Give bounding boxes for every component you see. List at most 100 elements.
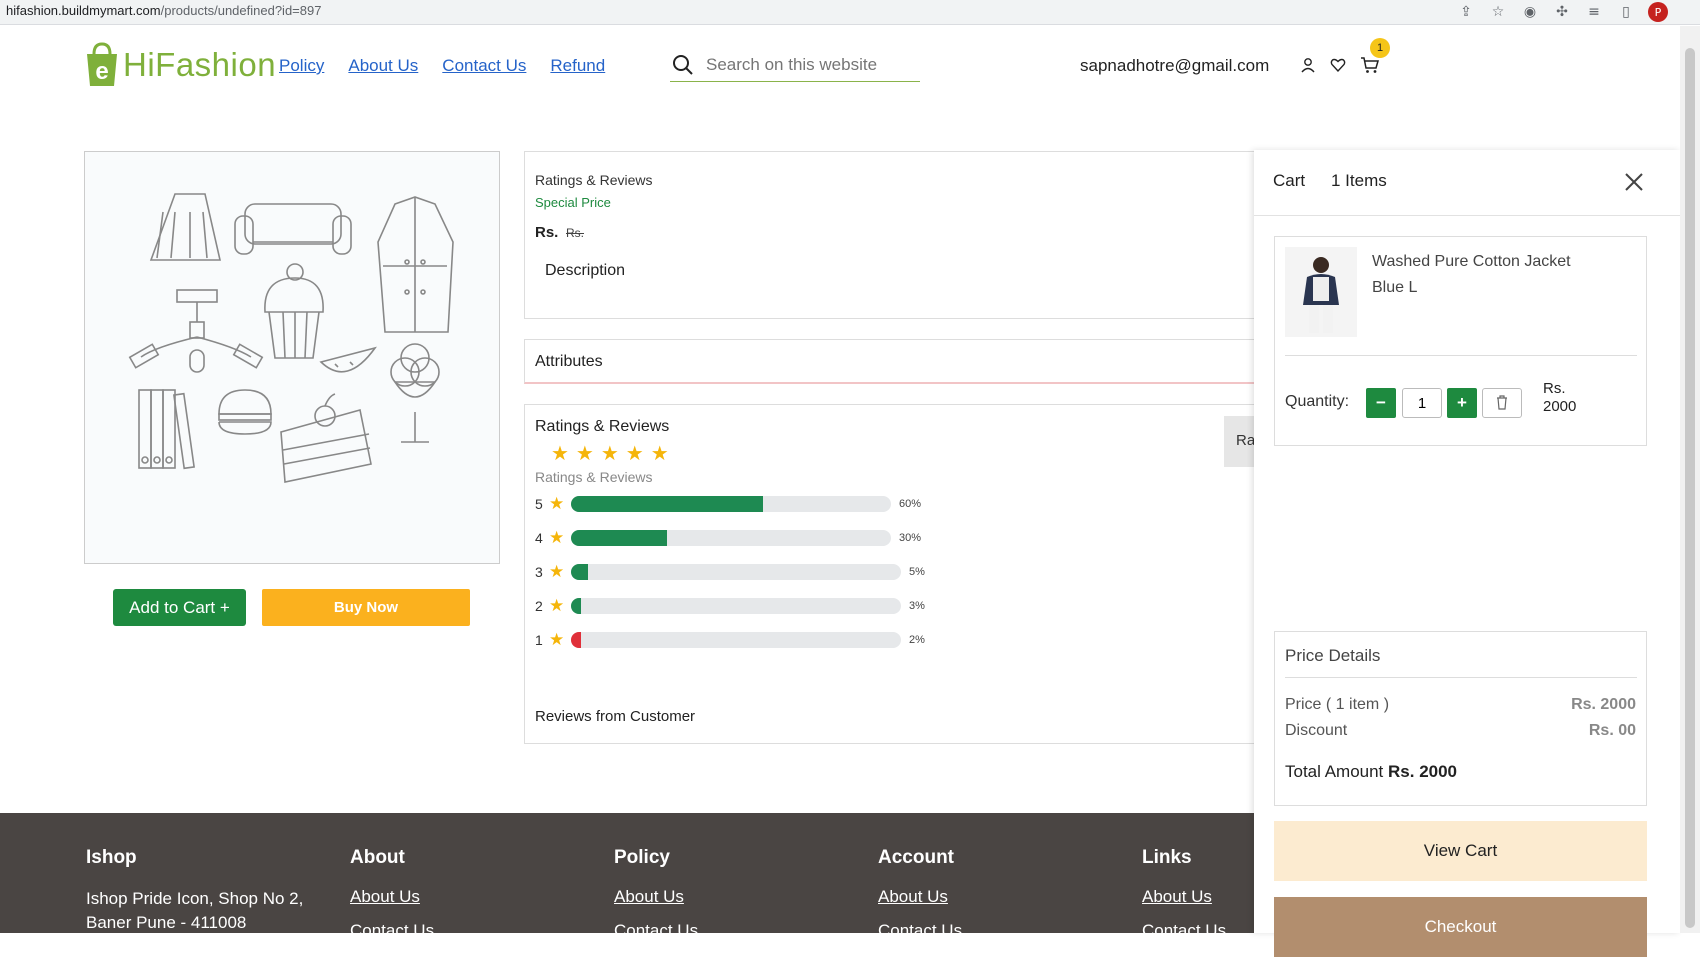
rating-bar-track <box>571 598 901 614</box>
extension-colorful-icon[interactable]: ◉ <box>1520 2 1540 22</box>
rating-bar-percent: 3% <box>909 600 925 612</box>
rating-row-stars-label: 4 <box>535 530 543 546</box>
price-details-title: Price Details <box>1285 646 1381 665</box>
decrease-quantity-button[interactable]: − <box>1366 388 1396 418</box>
view-cart-button[interactable]: View Cart <box>1274 821 1647 881</box>
delete-item-button[interactable] <box>1482 388 1522 418</box>
footer-policy-column: Policy About Us Contact Us <box>614 847 698 955</box>
cart-item-card: Washed Pure Cotton Jacket Blue L Quantity… <box>1274 236 1647 446</box>
url-host: hifashion.buildmymart.com <box>6 3 161 18</box>
rating-row-stars-label: 1 <box>535 632 543 648</box>
footer-policy-title: Policy <box>614 847 670 868</box>
nav-policy[interactable]: Policy <box>279 56 324 76</box>
rating-row-5: 5 ★ 60% <box>535 494 921 514</box>
rating-row-stars-label: 5 <box>535 496 543 512</box>
footer-ishop-title: Ishop <box>86 847 137 868</box>
nav-about-us[interactable]: About Us <box>348 56 418 76</box>
footer-ishop-column: Ishop Ishop Pride Icon, Shop No 2, Baner… <box>86 847 303 935</box>
price-currency: Rs. <box>535 224 559 241</box>
discount-label: Discount <box>1285 722 1348 739</box>
share-icon[interactable]: ⇪ <box>1456 2 1476 22</box>
product-info-panel: Ratings & Reviews Special Price Rs. Rs. … <box>524 151 1264 319</box>
footer-contact-us-link[interactable]: Contact Us <box>350 921 434 941</box>
footer-address-line2: Baner Pune - 411008 <box>86 913 247 932</box>
address-bar[interactable]: hifashion.buildmymart.com/products/undef… <box>6 3 321 18</box>
footer-account-contact-link[interactable]: Contact Us <box>878 921 962 941</box>
rating-bar-track <box>571 632 901 648</box>
star-icon: ★ <box>549 528 565 548</box>
rating-bar-percent: 30% <box>899 532 922 544</box>
media-control-icon[interactable]: ≡ <box>1584 2 1604 22</box>
footer-about-column: About About Us Contact Us <box>350 847 434 955</box>
rating-bar-percent: 5% <box>909 566 925 578</box>
quantity-input[interactable] <box>1402 388 1442 418</box>
cart-item-thumbnail <box>1285 247 1357 337</box>
page-scrollbar-thumb[interactable] <box>1685 48 1695 928</box>
footer-links-about-link[interactable]: About Us <box>1142 887 1226 907</box>
nav-refund[interactable]: Refund <box>550 56 605 76</box>
star-icon: ★ <box>549 562 565 582</box>
rating-row-stars-label: 3 <box>535 564 543 580</box>
buy-now-button[interactable]: Buy Now <box>262 589 470 626</box>
search-icon[interactable] <box>672 54 694 76</box>
discount-value: Rs. 00 <box>1588 722 1636 739</box>
wishlist-heart-icon[interactable] <box>1330 57 1346 73</box>
browser-toolbar: hifashion.buildmymart.com/products/undef… <box>0 0 1700 25</box>
cart-item-price: Rs. 2000 <box>1543 380 1577 415</box>
bookmark-star-icon[interactable]: ☆ <box>1488 2 1508 22</box>
footer-links-contact-link[interactable]: Contact Us <box>1142 921 1226 941</box>
rating-bar-fill <box>571 530 667 546</box>
cart-item-name[interactable]: Washed Pure Cotton Jacket Blue L <box>1372 249 1571 301</box>
footer-account-title: Account <box>878 847 954 868</box>
ratings-reviews-label: Ratings & Reviews <box>535 172 653 188</box>
cart-title: Cart <box>1273 171 1306 190</box>
footer-about-us-link[interactable]: About Us <box>350 887 434 907</box>
user-email[interactable]: sapnadhotre@gmail.com <box>1080 56 1269 76</box>
increase-quantity-button[interactable]: + <box>1447 388 1477 418</box>
footer-account-about-link[interactable]: About Us <box>878 887 962 907</box>
site-logo[interactable]: e HiFashion <box>84 42 276 88</box>
rating-bar-fill <box>571 632 581 648</box>
reviews-from-customer-heading: Reviews from Customer <box>535 708 696 725</box>
add-to-cart-button[interactable]: Add to Cart + <box>113 589 246 626</box>
description-label[interactable]: Description <box>545 262 625 280</box>
price-value: Rs. 2000 <box>1571 696 1636 713</box>
cart-icon[interactable] <box>1360 56 1380 74</box>
site-header: e HiFashion Policy About Us Contact Us R… <box>0 26 1680 106</box>
footer-policy-contact-link[interactable]: Contact Us <box>614 921 698 941</box>
profile-avatar[interactable]: P <box>1648 2 1668 22</box>
side-panel-icon[interactable]: ▯ <box>1616 2 1636 22</box>
close-icon[interactable] <box>1624 172 1644 192</box>
logo-hi: Hi <box>123 46 156 83</box>
nav-contact-us[interactable]: Contact Us <box>442 56 526 76</box>
rating-bar-fill <box>571 496 763 512</box>
quantity-label: Quantity: <box>1285 393 1350 410</box>
special-price-label: Special Price <box>535 195 611 210</box>
total-amount: Total Amount Rs. 2000 <box>1285 762 1458 781</box>
mrp-price: Rs. <box>566 226 584 240</box>
search-input[interactable] <box>706 54 916 75</box>
ratings-title: Ratings & Reviews <box>535 418 670 435</box>
footer-account-column: Account About Us Contact Us <box>878 847 962 955</box>
user-icon[interactable] <box>1300 57 1316 73</box>
rating-bar-track <box>571 564 901 580</box>
product-placeholder-illustration <box>128 193 454 483</box>
cart-count-badge: 1 <box>1370 38 1390 58</box>
cart-drawer: Cart 1 Items Washed Pure Cotton Jacket Bl… <box>1254 150 1680 957</box>
footer-about-title: About <box>350 847 405 868</box>
footer-policy-about-link[interactable]: About Us <box>614 887 698 907</box>
svg-text:e: e <box>95 58 108 85</box>
footer-address-line1: Ishop Pride Icon, Shop No 2, <box>86 889 304 908</box>
search-box <box>670 48 920 82</box>
rating-row-2: 2 ★ 3% <box>535 596 925 616</box>
extensions-puzzle-icon[interactable]: ✣ <box>1552 2 1572 22</box>
checkout-button[interactable]: Checkout <box>1274 897 1647 957</box>
rating-bar-track <box>571 530 891 546</box>
attributes-panel[interactable]: Attributes <box>524 339 1264 384</box>
rating-row-1: 1 ★ 2% <box>535 630 925 650</box>
footer-links-column: Links About Us Contact Us <box>1142 847 1226 955</box>
price-details-card: Price Details Price ( 1 item ) Rs. 2000 … <box>1274 631 1647 806</box>
product-image <box>84 151 500 564</box>
total-amount-value: Rs. 2000 <box>1388 762 1458 781</box>
rating-bar-track <box>571 496 891 512</box>
